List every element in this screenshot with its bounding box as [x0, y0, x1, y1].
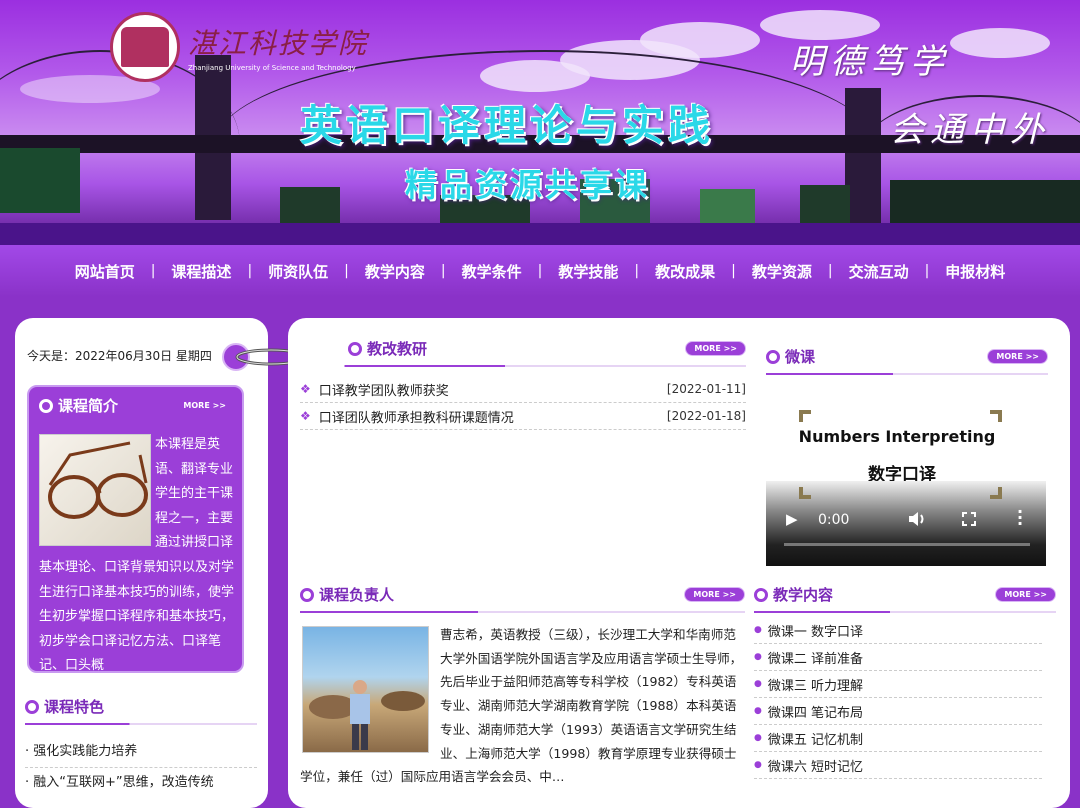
volume-icon[interactable]	[908, 511, 926, 531]
course-intro-more-button[interactable]: MORE >>	[175, 399, 234, 412]
nav-teaching-content[interactable]: 教学内容	[349, 261, 441, 282]
reform-section: 教改教研 MORE >> ❖ 口译教学团队教师获奖 [2022-01-11] ❖…	[300, 338, 746, 430]
cloud	[950, 28, 1050, 58]
reform-more-button[interactable]: MORE >>	[685, 341, 746, 356]
building	[800, 185, 850, 225]
header-banner: 湛江科技学院 Zhanjiang University of Science a…	[0, 0, 1080, 245]
fullscreen-icon[interactable]	[962, 512, 976, 530]
teaching-item[interactable]: ● 微课五 记忆机制	[754, 725, 1042, 752]
teaching-item[interactable]: ● 微课四 笔记布局	[754, 698, 1042, 725]
micro-lesson-section: 微课 MORE >>	[766, 346, 1048, 375]
nav-home[interactable]: 网站首页	[59, 261, 151, 282]
nav-interaction[interactable]: 交流互动	[833, 261, 925, 282]
main-content: 教改教研 MORE >> ❖ 口译教学团队教师获奖 [2022-01-11] ❖…	[288, 318, 1070, 808]
nav-reform-results[interactable]: 教改成果	[639, 261, 731, 282]
nav-teaching-conditions[interactable]: 教学条件	[446, 261, 538, 282]
teaching-content-section: 教学内容 MORE >> ● 微课一 数字口译 ● 微课二 译前准备 ● 微课三 听力…	[754, 584, 1056, 779]
course-subtitle: 精品资源共享课	[405, 166, 651, 204]
diamond-bullet-icon: ❖	[300, 382, 311, 396]
course-features-title: 课程特色	[25, 696, 257, 717]
left-sidebar: 今天是：2022年06月30日 星期四 课程简介 MORE >> 本课程是英语、…	[15, 318, 268, 808]
feature-item[interactable]: · 融入“互联网+”思维，改造传统	[25, 767, 257, 798]
teaching-more-button[interactable]: MORE >>	[995, 587, 1056, 602]
micro-title: 微课	[766, 346, 815, 367]
circle-bullet-icon	[754, 587, 768, 602]
course-intro-title-text: 课程简介	[58, 397, 119, 415]
building	[280, 187, 340, 225]
building	[890, 180, 1080, 225]
bridge-tower	[845, 88, 881, 223]
more-options-icon[interactable]: · · ·	[1017, 504, 1023, 532]
motto-2: 会通中外	[890, 110, 1050, 150]
circle-bullet-icon	[766, 349, 780, 364]
motto-1: 明德笃学	[790, 42, 950, 82]
video-progress-bar[interactable]	[784, 543, 1030, 546]
cloud	[640, 22, 760, 58]
video-time: 0:00	[818, 512, 850, 528]
school-name-en: Zhanjiang University of Science and Tech…	[188, 64, 356, 72]
dot-bullet-icon: ●	[754, 706, 762, 716]
leader-section: 课程负责人 MORE >>	[300, 584, 745, 613]
dot-bullet-icon: ●	[754, 625, 762, 635]
school-logo: 湛江科技学院 Zhanjiang University of Science a…	[110, 12, 368, 82]
school-name: 湛江科技学院	[188, 27, 369, 60]
nav-course-description[interactable]: 课程描述	[155, 261, 247, 282]
leader-more-button[interactable]: MORE >>	[684, 587, 745, 602]
course-intro-text: 本课程是英语、翻译专业学生的主干课程之一，主要通过讲授口译基本理论、口译背景知识…	[39, 437, 235, 674]
course-intro-panel: 课程简介 MORE >> 本课程是英语、翻译专业学生的主干课程之一，主要通过讲授…	[27, 385, 244, 673]
circle-bullet-icon	[348, 341, 362, 356]
dot-bullet-icon: ●	[754, 733, 762, 743]
nav-teaching-resources[interactable]: 教学资源	[736, 261, 828, 282]
teaching-item[interactable]: ● 微课三 听力理解	[754, 671, 1042, 698]
video-player[interactable]: Numbers Interpreting 数字口译 ▶ 0:00 · · ·	[766, 403, 1046, 566]
video-title-en: Numbers Interpreting	[798, 427, 996, 446]
leader-title: 课程负责人	[300, 584, 394, 605]
dot-bullet-icon: ●	[754, 760, 762, 770]
play-icon[interactable]: ▶	[786, 510, 798, 528]
teaching-item[interactable]: ● 微课六 短时记忆	[754, 752, 1042, 779]
water	[0, 223, 1080, 245]
reform-list-item[interactable]: ❖ 口译教学团队教师获奖 [2022-01-11]	[300, 376, 746, 403]
circle-bullet-icon	[300, 587, 314, 602]
dot-bullet-icon: ●	[754, 652, 762, 662]
teaching-item[interactable]: ● 微课二 译前准备	[754, 644, 1042, 671]
building	[0, 148, 80, 213]
course-title: 英语口译理论与实践	[300, 101, 715, 150]
circle-bullet-icon	[39, 398, 53, 413]
diamond-bullet-icon: ❖	[300, 409, 311, 423]
teaching-item[interactable]: ● 微课一 数字口译	[754, 617, 1042, 644]
teaching-title: 教学内容	[754, 584, 833, 605]
course-intro-title: 课程简介	[39, 395, 118, 416]
school-seal-icon	[110, 12, 180, 82]
date-line: 今天是：2022年06月30日 星期四	[27, 349, 212, 363]
nav-faculty[interactable]: 师资队伍	[252, 261, 344, 282]
micro-more-button[interactable]: MORE >>	[987, 349, 1048, 364]
main-nav: 网站首页 | 课程描述 | 师资队伍 | 教学内容 | 教学条件 | 教学技能 …	[0, 245, 1080, 297]
dot-bullet-icon: ●	[754, 679, 762, 689]
building	[700, 189, 755, 225]
feature-item[interactable]: · 强化实践能力培养	[25, 737, 257, 767]
circle-bullet-icon	[25, 699, 39, 714]
reform-title: 教改教研	[348, 338, 427, 359]
leader-bio: 曹志希，英语教授（三级），长沙理工大学和华南师范大学外国语学院外国语言学及应用语…	[300, 627, 743, 785]
nav-application-materials[interactable]: 申报材料	[929, 261, 1021, 282]
nav-teaching-skills[interactable]: 教学技能	[542, 261, 634, 282]
reform-list-item[interactable]: ❖ 口译团队教师承担教科研课题情况 [2022-01-18]	[300, 403, 746, 430]
